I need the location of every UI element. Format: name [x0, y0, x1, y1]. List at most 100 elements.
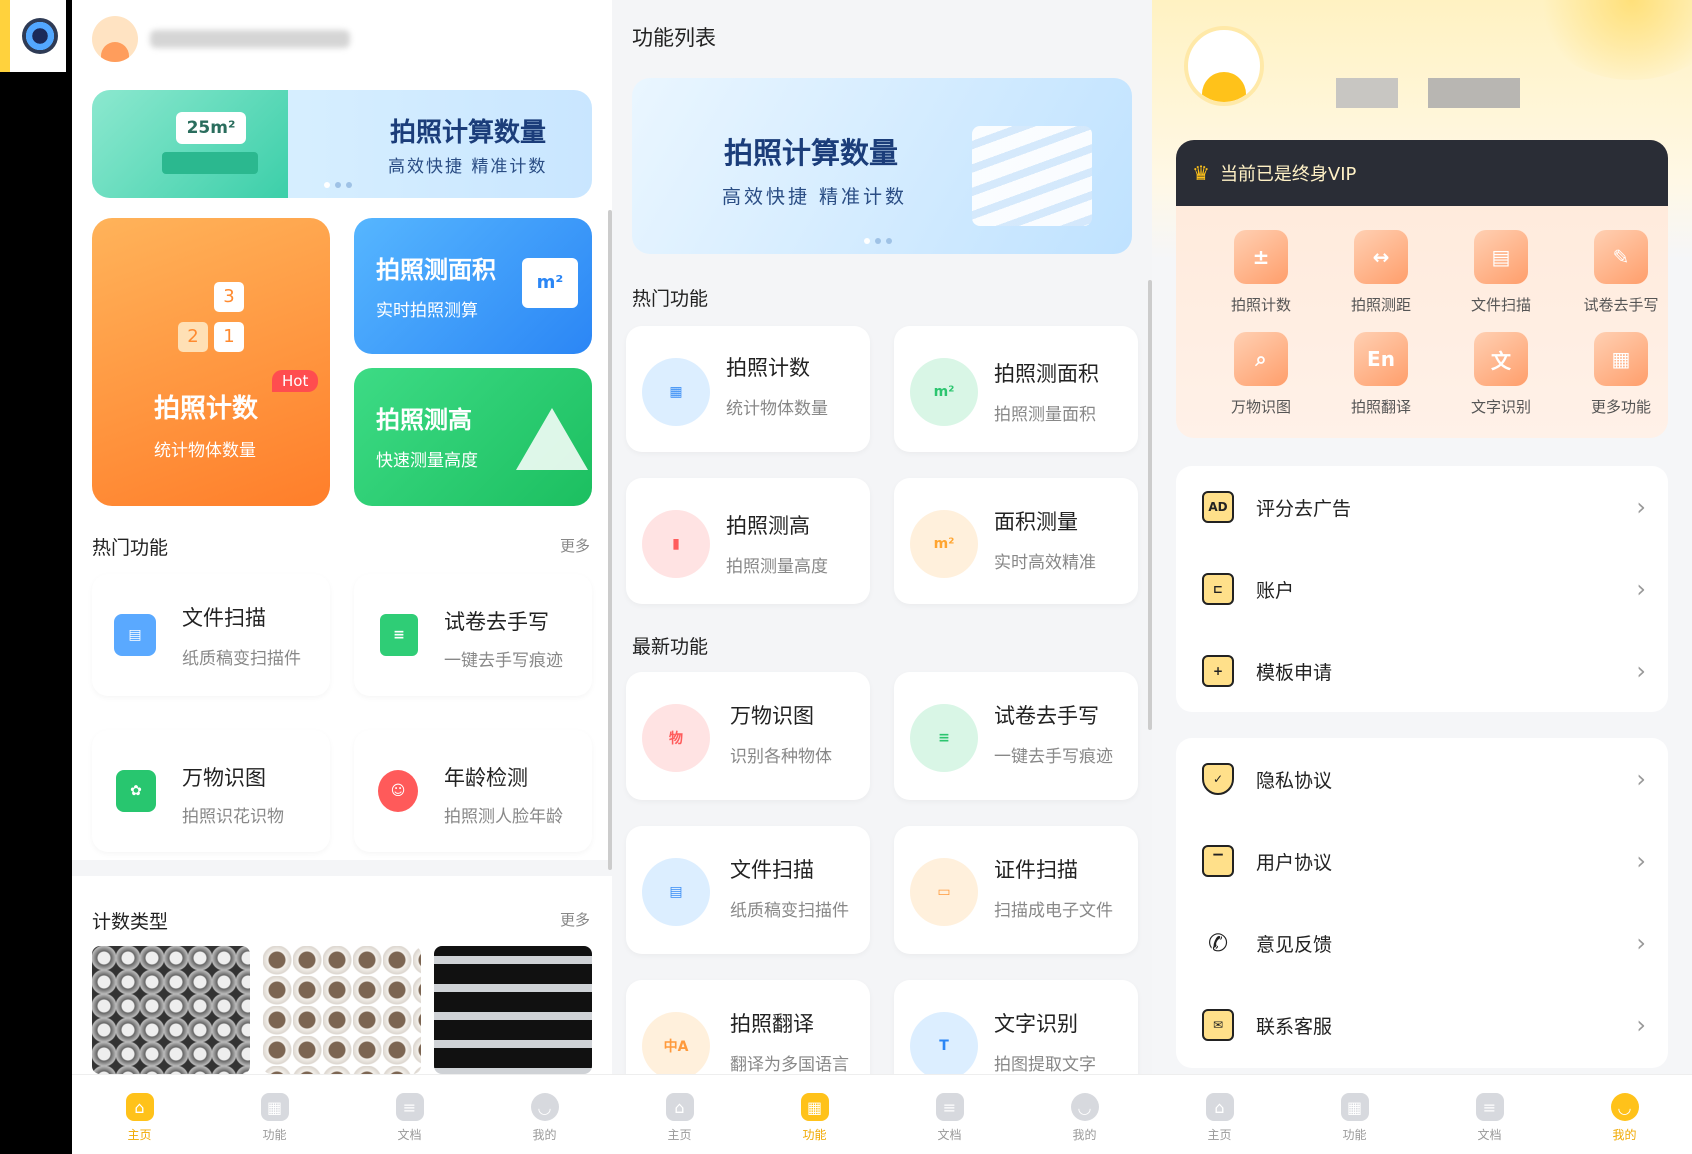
- tab-label: 我的: [532, 1128, 557, 1142]
- tab-mine[interactable]: ◡ 我的: [1045, 1093, 1125, 1143]
- func-card-identify[interactable]: 物 万物识图 识别各种物体: [626, 672, 870, 800]
- func-card-remove-handwriting[interactable]: ≡ 试卷去手写 一键去手写痕迹: [894, 672, 1138, 800]
- house-area-icon: m²: [522, 258, 578, 308]
- area-badge: 25m²: [176, 112, 246, 144]
- big-card-title: 拍照测高: [376, 406, 472, 434]
- fn-photo-distance[interactable]: ↔ 拍照测距: [1336, 230, 1426, 315]
- house-area-icon: m²: [910, 510, 978, 578]
- fn-ocr[interactable]: 文文字识别: [1456, 332, 1546, 417]
- func-card-id-scan[interactable]: ▭ 证件扫描 扫描成电子文件: [894, 826, 1138, 954]
- menu-label: 隐私协议: [1256, 769, 1333, 792]
- menu-contact-support[interactable]: ✉ 联系客服 ›: [1176, 984, 1668, 1066]
- count-grid-icon: 3 2 1: [166, 276, 256, 366]
- menu-user-agreement[interactable]: ▔ 用户协议 ›: [1176, 820, 1668, 902]
- card-title: 年龄检测: [444, 766, 528, 790]
- ruler-book-icon: ▮: [642, 510, 710, 578]
- fn-more[interactable]: ▦ 更多功能: [1576, 332, 1666, 417]
- id-card-icon: ▭: [910, 858, 978, 926]
- banner-dots: [864, 238, 892, 244]
- fn-label: 文件扫描: [1470, 296, 1531, 314]
- tab-home[interactable]: ⌂ 主页: [640, 1093, 720, 1143]
- fn-photo-count[interactable]: ± 拍照计数: [1216, 230, 1306, 315]
- tab-label: 主页: [1207, 1128, 1232, 1142]
- avatar[interactable]: [1184, 26, 1264, 106]
- menu-feedback[interactable]: ✆ 意见反馈 ›: [1176, 902, 1668, 984]
- tab-mine[interactable]: ◡ 我的: [1585, 1093, 1665, 1143]
- avatar[interactable]: [92, 16, 138, 62]
- folder-icon: ▤: [642, 858, 710, 926]
- chevron-right-icon: ›: [1636, 847, 1646, 875]
- func-card-area-measure[interactable]: m² 面积测量 实时高效精准: [894, 478, 1138, 604]
- tab-mine[interactable]: ◡ 我的: [505, 1093, 585, 1143]
- tab-label: 文档: [1477, 1128, 1502, 1142]
- hot-card-identify[interactable]: ✿ 万物识图 拍照识花识物: [92, 730, 330, 852]
- menu-account[interactable]: ⊏ 账户 ›: [1176, 548, 1668, 630]
- count-more-link[interactable]: 更多: [560, 909, 590, 930]
- menu-rate-remove-ads[interactable]: AD 评分去广告 ›: [1176, 466, 1668, 548]
- big-card-subtitle: 实时拍照测算: [376, 301, 478, 321]
- func-card-photo-height[interactable]: ▮ 拍照测高 拍照测量高度: [626, 478, 870, 604]
- func-card-file-scan[interactable]: ▤ 文件扫描 纸质稿变扫描件: [626, 826, 870, 954]
- menu-label: 评分去广告: [1256, 497, 1352, 520]
- menu-template-apply[interactable]: + 模板申请 ›: [1176, 630, 1668, 712]
- functions-banner[interactable]: 拍照计算数量 高效快捷 精准计数: [632, 78, 1132, 254]
- tab-documents[interactable]: ≡ 文档: [1450, 1093, 1530, 1143]
- tab-home[interactable]: ⌂ 主页: [1180, 1093, 1260, 1143]
- card-title: 文件扫描: [730, 858, 814, 882]
- fn-identify[interactable]: ⌕ 万物识图: [1216, 332, 1306, 417]
- count-type-image-steel-pipes[interactable]: [92, 946, 250, 1074]
- fn-file-scan[interactable]: ▤ 文件扫描: [1456, 230, 1546, 315]
- crown-icon: ♛: [1192, 161, 1210, 185]
- fn-label: 拍照翻译: [1350, 398, 1411, 416]
- fn-translate[interactable]: En 拍照翻译: [1336, 332, 1426, 417]
- big-card-photo-height[interactable]: 拍照测高 快速测量高度: [354, 368, 592, 506]
- tab-documents[interactable]: ≡ 文档: [910, 1093, 990, 1143]
- tab-functions[interactable]: ▦ 功能: [775, 1093, 855, 1143]
- big-card-photo-count[interactable]: 3 2 1 Hot 拍照计数 统计物体数量: [92, 218, 330, 506]
- vip-banner[interactable]: ♛ 当前已是终身VIP: [1176, 140, 1668, 206]
- card-title: 文字识别: [994, 1012, 1078, 1036]
- big-card-photo-area[interactable]: 拍照测面积 实时拍照测算 m²: [354, 218, 592, 354]
- menu-label: 联系客服: [1256, 1015, 1333, 1038]
- card-title: 拍照测面积: [994, 362, 1099, 386]
- document-icon: ≡: [395, 1093, 424, 1121]
- card-subtitle: 实时高效精准: [994, 553, 1096, 573]
- tab-functions[interactable]: ▦ 功能: [1315, 1093, 1395, 1143]
- tab-functions[interactable]: ▦ 功能: [235, 1093, 315, 1143]
- card-subtitle: 纸质稿变扫描件: [182, 649, 301, 669]
- card-title: 拍照测高: [726, 514, 810, 538]
- menu-privacy-policy[interactable]: ✓ 隐私协议 ›: [1176, 738, 1668, 820]
- translate-camera-icon: En: [1354, 332, 1408, 386]
- settings-group-1: AD 评分去广告 › ⊏ 账户 › + 模板申请 ›: [1176, 466, 1668, 712]
- card-subtitle: 拍照识花识物: [182, 807, 284, 827]
- fn-remove-handwriting[interactable]: ✎ 试卷去手写: [1576, 230, 1666, 315]
- big-card-title: 拍照测面积: [376, 256, 496, 284]
- ruler-icon: [162, 152, 258, 174]
- card-subtitle: 拍照测量高度: [726, 557, 828, 577]
- menu-label: 模板申请: [1256, 661, 1333, 684]
- chevron-right-icon: ›: [1636, 929, 1646, 957]
- card-subtitle: 翻译为多国语言: [730, 1055, 849, 1075]
- hot-card-remove-handwriting[interactable]: ≡ 试卷去手写 一键去手写痕迹: [354, 574, 592, 696]
- hot-more-link[interactable]: 更多: [560, 535, 590, 556]
- home-icon: ⌂: [125, 1093, 154, 1121]
- tab-label: 主页: [667, 1128, 692, 1142]
- hot-card-age-detect[interactable]: ☺ 年龄检测 拍照测人脸年龄: [354, 730, 592, 852]
- tab-home[interactable]: ⌂ 主页: [100, 1093, 180, 1143]
- chevron-right-icon: ›: [1636, 575, 1646, 603]
- func-card-photo-count[interactable]: ▦ 拍照计数 统计物体数量: [626, 326, 870, 452]
- big-card-subtitle: 快速测量高度: [376, 451, 478, 471]
- hot-card-file-scan[interactable]: ▤ 文件扫描 纸质稿变扫描件: [92, 574, 330, 696]
- fn-label: 试卷去手写: [1583, 296, 1659, 314]
- func-card-photo-area[interactable]: m² 拍照测面积 拍照测量面积: [894, 326, 1138, 452]
- big-card-subtitle: 统计物体数量: [154, 441, 256, 461]
- card-subtitle: 拍图提取文字: [994, 1055, 1096, 1075]
- tab-documents[interactable]: ≡ 文档: [370, 1093, 450, 1143]
- count-type-image-square-tubes[interactable]: [434, 946, 592, 1074]
- big-card-title: 拍照计数: [154, 394, 259, 424]
- face-profile-icon: ☺: [378, 770, 418, 812]
- user-icon: ◡: [530, 1093, 559, 1121]
- count-type-image-pvc-pipes[interactable]: [263, 946, 421, 1074]
- banner-title: 拍照计算数量: [390, 118, 547, 148]
- home-banner[interactable]: 25m² 拍照计算数量 高效快捷 精准计数: [92, 90, 592, 198]
